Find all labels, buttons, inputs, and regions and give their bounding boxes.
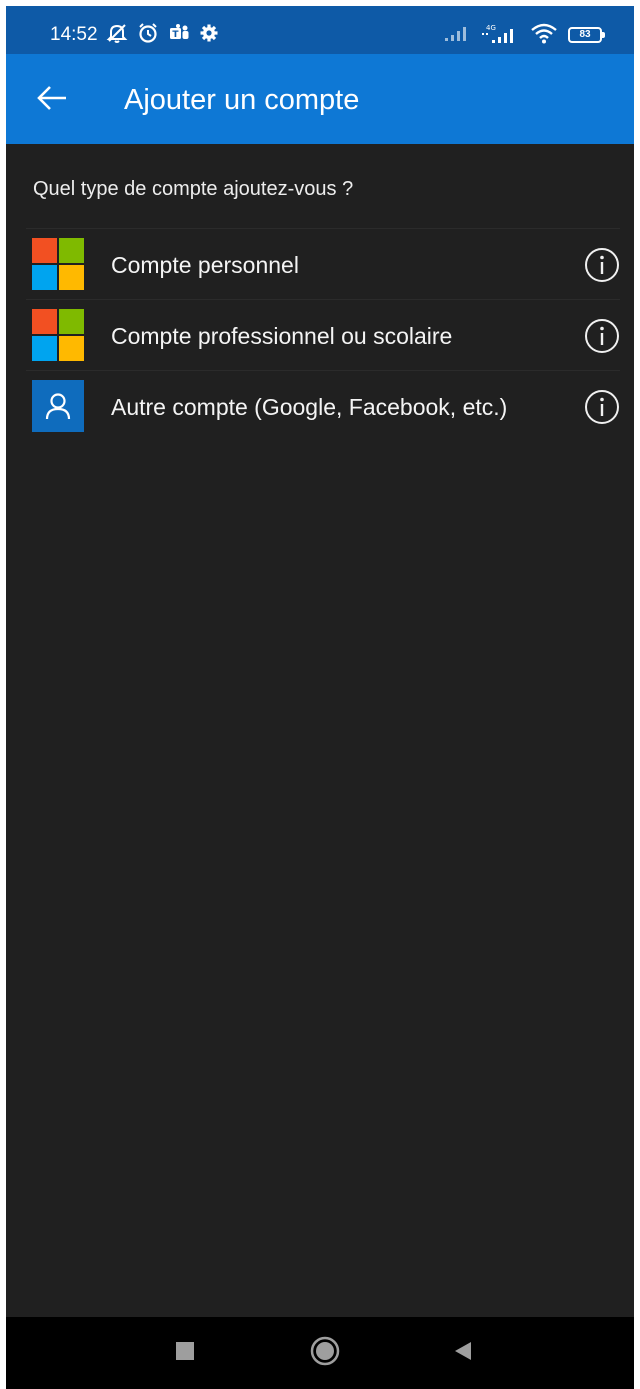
status-bar: 14:52 T 4G 83 [6, 6, 634, 54]
home-button[interactable] [310, 1336, 340, 1371]
status-time: 14:52 [50, 24, 98, 45]
info-icon[interactable] [584, 247, 620, 283]
signal-4g-icon: 4G [480, 22, 520, 49]
info-icon[interactable] [584, 318, 620, 354]
account-option-work-school[interactable]: Compte professionnel ou scolaire [26, 299, 620, 370]
app-bar: Ajouter un compte [6, 54, 634, 144]
settings-icon [199, 23, 219, 48]
account-option-personal[interactable]: Compte personnel [26, 228, 620, 299]
arrow-left-icon [36, 85, 68, 116]
page-title: Ajouter un compte [124, 84, 360, 116]
system-nav-bar [6, 1317, 634, 1389]
home-circle-icon [310, 1336, 340, 1371]
account-option-label: Autre compte (Google, Facebook, etc.) [111, 394, 508, 420]
phone-screen: 14:52 T 4G 83 Ajouter un compte Quel typ… [6, 6, 634, 1389]
muted-bell-icon [106, 22, 128, 49]
status-right-icons: 4G 83 [444, 22, 605, 49]
wifi-icon [530, 22, 558, 49]
status-left-icons: T [106, 22, 219, 49]
back-button[interactable] [30, 78, 74, 122]
battery-icon: 83 [568, 27, 605, 43]
alarm-icon [137, 22, 159, 49]
teams-icon: T [168, 22, 190, 49]
microsoft-logo [32, 238, 84, 290]
person-icon [32, 380, 84, 432]
recents-square-icon [175, 1341, 195, 1366]
info-icon[interactable] [584, 389, 620, 425]
account-option-label: Compte professionnel ou scolaire [111, 323, 453, 349]
account-type-prompt: Quel type de compte ajoutez-vous ? [33, 178, 354, 200]
svg-text:4G: 4G [486, 24, 496, 32]
account-option-other[interactable]: Autre compte (Google, Facebook, etc.) [26, 370, 620, 441]
account-option-label: Compte personnel [111, 252, 299, 278]
recents-button[interactable] [170, 1338, 200, 1368]
battery-level: 83 [579, 29, 591, 40]
microsoft-logo [32, 309, 84, 361]
signal-icon [444, 24, 470, 47]
svg-text:T: T [172, 30, 179, 40]
account-type-list: Compte personnel Compte professionnel ou… [6, 228, 634, 441]
back-triangle-icon [452, 1340, 474, 1367]
nav-back-button[interactable] [448, 1338, 478, 1368]
